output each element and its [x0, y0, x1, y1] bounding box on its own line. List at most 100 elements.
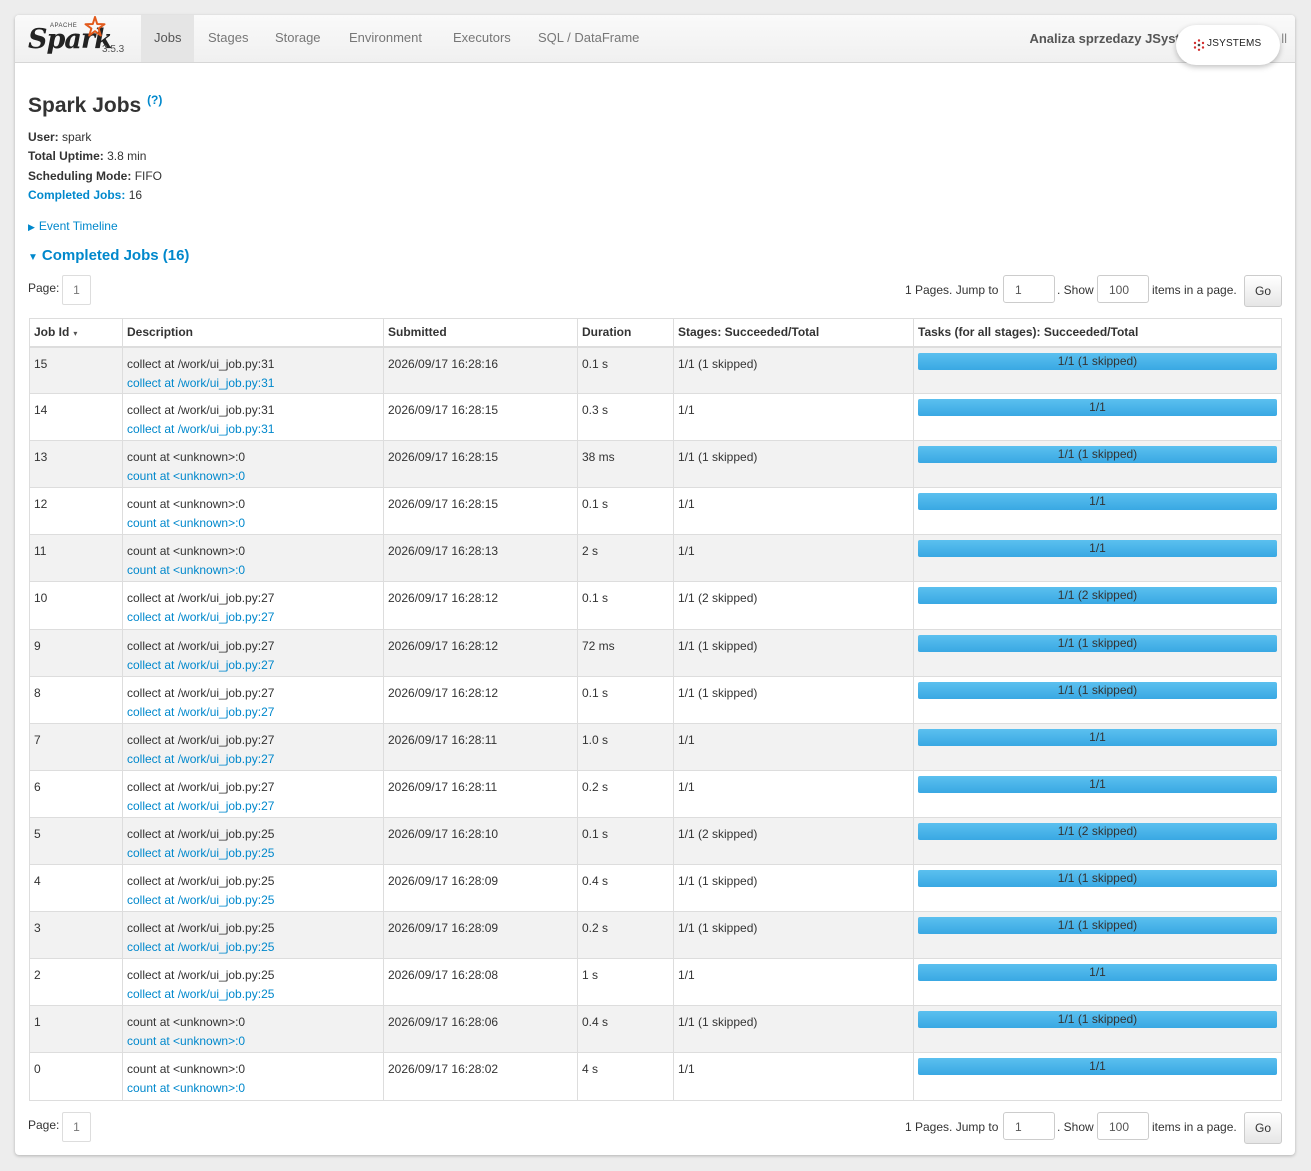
col-stages[interactable]: Stages: Succeeded/Total [673, 318, 914, 348]
stages-cell: 1/1 [673, 534, 914, 583]
description-cell: collect at /work/ui_job.py:25 collect at … [122, 911, 384, 960]
job-detail-link[interactable]: collect at /work/ui_job.py:27 [127, 608, 379, 627]
duration-cell: 0.4 s [577, 864, 674, 913]
job-duration: 0.4 s [582, 1015, 609, 1030]
page-size-input[interactable]: 100 [1097, 275, 1149, 303]
duration-cell: 72 ms [577, 628, 674, 677]
tasks-summary: 1/1 [1089, 494, 1106, 509]
col-job-id[interactable]: Job Id ▾ [29, 318, 123, 348]
job-detail-link[interactable]: collect at /work/ui_job.py:27 [127, 703, 379, 722]
submitted-cell: 2026/09/17 16:28:06 [383, 1005, 578, 1054]
job-detail-link[interactable]: count at <unknown>:0 [127, 467, 379, 486]
duration-cell: 0.4 s [577, 1005, 674, 1054]
tasks-progress-bar: 1/1 [918, 1058, 1277, 1076]
col-submitted[interactable]: Submitted [383, 318, 578, 348]
job-detail-link[interactable]: count at <unknown>:0 [127, 1079, 379, 1098]
spark-star-icon [84, 16, 106, 37]
go-button[interactable]: Go [1244, 275, 1282, 307]
job-id-cell: 0 [29, 1052, 123, 1101]
tab-stages[interactable]: Stages [195, 15, 261, 62]
job-detail-link[interactable]: collect at /work/ui_job.py:25 [127, 985, 379, 1004]
stages-summary: 1/1 [678, 732, 695, 747]
page-1-button[interactable]: 1 [62, 1112, 91, 1142]
tab-storage[interactable]: Storage [262, 15, 334, 62]
items-text: items in a page. [1152, 1120, 1237, 1134]
job-id: 11 [34, 544, 47, 559]
job-description: count at <unknown>:0 [127, 544, 246, 559]
job-detail-link[interactable]: collect at /work/ui_job.py:27 [127, 656, 379, 675]
tasks-progress-bar: 1/1 [918, 399, 1277, 417]
stages-cell: 1/1 [673, 769, 914, 818]
tasks-summary: 1/1 [1089, 400, 1106, 415]
job-detail-link[interactable]: collect at /work/ui_job.py:25 [127, 891, 379, 910]
job-detail-link[interactable]: count at <unknown>:0 [127, 1032, 379, 1051]
job-duration: 0.1 s [582, 685, 609, 700]
job-id-cell: 9 [29, 628, 123, 677]
tasks-summary: 1/1 (2 skipped) [1057, 588, 1138, 603]
job-duration: 0.2 s [582, 921, 609, 936]
app-name-tail: ll [1281, 31, 1287, 46]
duration-cell: 2 s [577, 534, 674, 583]
tasks-cell: 1/1 [913, 393, 1282, 442]
col-description[interactable]: Description [122, 318, 384, 348]
job-detail-link[interactable]: collect at /work/ui_job.py:25 [127, 938, 379, 957]
tasks-summary: 1/1 (2 skipped) [1057, 823, 1138, 838]
tasks-progress-bar: 1/1 [918, 728, 1277, 746]
stages-summary: 1/1 [678, 403, 695, 418]
duration-cell: 0.1 s [577, 675, 674, 724]
table-row: 8 collect at /work/ui_job.py:27 collect at… [29, 675, 1282, 724]
page-size-input[interactable]: 100 [1097, 1112, 1149, 1140]
job-detail-link[interactable]: collect at /work/ui_job.py:31 [127, 374, 379, 393]
col-job-id-label: Job Id [34, 325, 70, 340]
spark-logo[interactable]: APACHE Spark 3.5.3 [28, 16, 146, 62]
uptime-label: Total Uptime: [28, 149, 104, 164]
col-duration[interactable]: Duration [577, 318, 674, 348]
description-cell: collect at /work/ui_job.py:27collect at … [122, 628, 384, 677]
submitted-time: 2026/09/17 16:28:16 [388, 356, 499, 371]
tab-environment[interactable]: Environment [336, 15, 435, 62]
spark-version: 3.5.3 [102, 44, 125, 55]
tasks-summary: 1/1 [1089, 729, 1106, 744]
tasks-progress-bar: 1/1 (1 skipped) [918, 681, 1277, 699]
items-text: items in a page. [1152, 283, 1237, 297]
jobs-table-body: 15 collect at /work/ui_job.py:31 collect a… [29, 345, 1282, 1101]
page-1-button[interactable]: 1 [62, 275, 91, 305]
tasks-cell: 1/1 [913, 1052, 1282, 1101]
tasks-summary: 1/1 (1 skipped) [1057, 635, 1138, 650]
job-duration: 2 s [582, 544, 599, 559]
help-icon[interactable]: (?) [147, 93, 162, 107]
caret-down-icon: ▼ [28, 252, 38, 263]
job-detail-link[interactable]: count at <unknown>:0 [127, 561, 379, 580]
table-row: 1 count at <unknown>:0 count at <unknown>:… [29, 1005, 1282, 1054]
jump-to-input[interactable]: 1 [1003, 275, 1055, 303]
tab-sql-dataframe[interactable]: SQL / DataFrame [525, 15, 652, 62]
job-id: 1 [34, 1015, 41, 1030]
submitted-time: 2026/09/17 16:28:09 [388, 921, 499, 936]
jump-to-input[interactable]: 1 [1003, 1112, 1055, 1140]
table-row: 3 collect at /work/ui_job.py:25 collect at… [29, 911, 1282, 960]
completed-jobs-link[interactable]: Completed Jobs: [28, 188, 125, 202]
event-timeline-toggle[interactable]: ▶ Event Timeline [28, 219, 118, 233]
stages-cell: 1/1 [673, 1052, 914, 1101]
jsystems-badge: JSYSTEMS [1176, 25, 1280, 65]
tasks-progress-bar: 1/1 [918, 540, 1277, 558]
job-description: collect at /work/ui_job.py:31 [127, 403, 275, 418]
description-cell: count at <unknown>:0 count at <unknown>:0 [122, 534, 384, 583]
col-tasks[interactable]: Tasks (for all stages): Succeeded/Total [913, 318, 1282, 348]
table-row: 2 collect at /work/ui_job.py:25 collect at… [29, 958, 1282, 1007]
job-detail-link[interactable]: count at <unknown>:0 [127, 514, 379, 533]
job-duration: 0.1 s [582, 826, 609, 841]
job-description: collect at /work/ui_job.py:27 [127, 638, 275, 653]
tab-jobs[interactable]: Jobs [141, 15, 195, 62]
job-detail-link[interactable]: collect at /work/ui_job.py:27 [127, 797, 379, 816]
pages-text: 1 Pages. Jump to [905, 283, 999, 297]
tab-executors[interactable]: Executors [440, 15, 524, 62]
duration-cell: 0.2 s [577, 769, 674, 818]
completed-jobs-toggle[interactable]: ▼ Completed Jobs (16) [28, 247, 189, 264]
submitted-time: 2026/09/17 16:28:15 [388, 450, 499, 465]
job-detail-link[interactable]: collect at /work/ui_job.py:27 [127, 750, 379, 769]
go-button[interactable]: Go [1244, 1112, 1282, 1144]
job-detail-link[interactable]: collect at /work/ui_job.py:31 [127, 420, 379, 439]
job-detail-link[interactable]: collect at /work/ui_job.py:25 [127, 844, 379, 863]
stages-summary: 1/1 (1 skipped) [678, 450, 758, 465]
